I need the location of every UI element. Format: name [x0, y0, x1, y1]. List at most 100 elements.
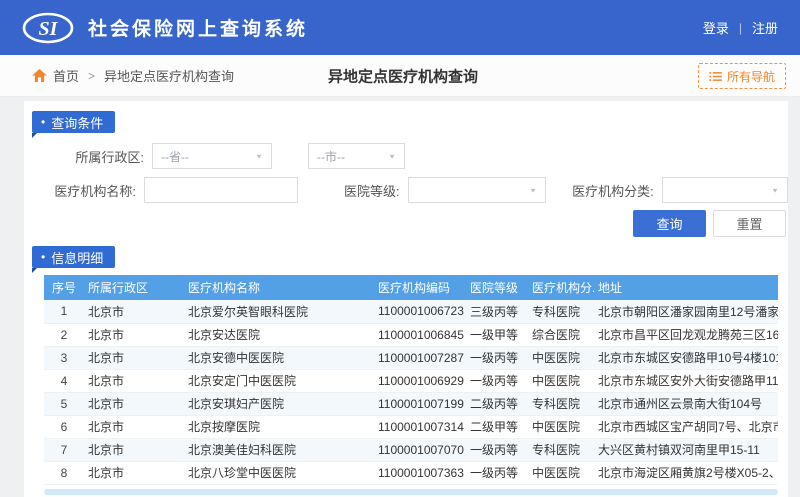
table-header-row: 序号所属行政区医疗机构名称医疗机构编码医院等级医疗机构分...地址	[44, 275, 778, 300]
content-area: • 查询条件 所属行政区: --省-- ▼ --市-- ▼ 医疗机构名称: 医院…	[0, 97, 800, 497]
table-cell: 中医医院	[528, 461, 594, 484]
table-cell: 中医医院	[528, 346, 594, 369]
table-cell: 5	[44, 392, 84, 415]
filters-form-row: 医疗机构名称: 医院等级: ▼ 医疗机构分类: ▼	[24, 177, 788, 203]
table-cell: 二级甲等	[466, 415, 528, 438]
table-cell: 北京市通州区云景南大街104号	[594, 392, 778, 415]
table-cell: 一级甲等	[466, 323, 528, 346]
breadcrumb-separator: >	[88, 69, 95, 83]
query-section-title: 查询条件	[51, 113, 103, 132]
table-cell: 北京市	[84, 300, 184, 323]
city-select[interactable]: --市-- ▼	[308, 143, 405, 169]
level-select[interactable]: ▼	[408, 177, 546, 203]
breadcrumb-current: 异地定点医疗机构查询	[104, 66, 234, 85]
column-header: 医疗机构名称	[184, 275, 374, 300]
table-cell: 北京市昌平区回龙观龙腾苑三区16号楼	[594, 323, 778, 346]
table-cell: 1100001006845	[374, 323, 466, 346]
region-label: 所属行政区:	[24, 147, 144, 166]
table-row[interactable]: 2北京市北京安达医院1100001006845一级甲等综合医院北京市昌平区回龙观…	[44, 323, 778, 346]
register-link[interactable]: 注册	[752, 18, 778, 37]
detail-section-tag: • 信息明细	[32, 246, 115, 268]
class-label: 医疗机构分类:	[572, 181, 654, 200]
detail-section-title: 信息明细	[51, 248, 103, 267]
auth-links: 登录 | 注册	[703, 18, 778, 37]
table-cell: 北京市	[84, 369, 184, 392]
table-row[interactable]: 4北京市北京安定门中医医院1100001006929一级丙等中医医院北京市东城区…	[44, 369, 778, 392]
table-row[interactable]: 5北京市北京安琪妇产医院1100001007199二级丙等专科医院北京市通州区云…	[44, 392, 778, 415]
table-cell: 北京安琪妇产医院	[184, 392, 374, 415]
column-header: 地址	[594, 275, 778, 300]
app-title: 社会保险网上查询系统	[88, 14, 308, 41]
table-cell: 北京市	[84, 346, 184, 369]
table-cell: 中医医院	[528, 369, 594, 392]
table-cell: 北京市东城区安德路甲10号4楼101-2	[594, 346, 778, 369]
table-cell: 三级丙等	[466, 300, 528, 323]
table-row[interactable]: 8北京市北京八珍堂中医医院1100001007363一级丙等中医医院北京市海淀区…	[44, 461, 778, 484]
results-table-wrap: 序号所属行政区医疗机构名称医疗机构编码医院等级医疗机构分...地址 1北京市北京…	[44, 275, 778, 485]
all-nav-button[interactable]: 所有导航	[698, 63, 786, 89]
table-cell: 北京市西城区宝产胡同7号、北京市西城...	[594, 415, 778, 438]
table-body: 1北京市北京爱尔英智眼科医院1100001006723三级丙等专科医院北京市朝阳…	[44, 300, 778, 484]
table-cell: 北京市海淀区厢黄旗2号楼X05-2、X05-...	[594, 461, 778, 484]
table-cell: 7	[44, 438, 84, 461]
org-name-label: 医疗机构名称:	[24, 181, 136, 200]
table-cell: 北京市	[84, 392, 184, 415]
reset-button[interactable]: 重置	[713, 210, 786, 237]
table-cell: 专科医院	[528, 392, 594, 415]
table-cell: 1	[44, 300, 84, 323]
table-cell: 1100001007363	[374, 461, 466, 484]
table-cell: 北京安达医院	[184, 323, 374, 346]
table-cell: 北京市	[84, 415, 184, 438]
table-cell: 大兴区黄村镇双河南里甲15-11	[594, 438, 778, 461]
column-header: 所属行政区	[84, 275, 184, 300]
table-row[interactable]: 3北京市北京安德中医医院1100001007287一级丙等中医医院北京市东城区安…	[44, 346, 778, 369]
table-cell: 二级丙等	[466, 392, 528, 415]
table-cell: 北京市	[84, 438, 184, 461]
horizontal-scrollbar[interactable]	[44, 489, 778, 495]
table-cell: 专科医院	[528, 438, 594, 461]
table-cell: 4	[44, 369, 84, 392]
table-row[interactable]: 6北京市北京按摩医院1100001007314二级甲等中医医院北京市西城区宝产胡…	[44, 415, 778, 438]
region-form-row: 所属行政区: --省-- ▼ --市-- ▼	[24, 143, 788, 169]
table-cell: 北京八珍堂中医医院	[184, 461, 374, 484]
column-header: 序号	[44, 275, 84, 300]
table-cell: 1100001007199	[374, 392, 466, 415]
chevron-down-icon: ▼	[255, 152, 263, 159]
class-select[interactable]: ▼	[662, 177, 788, 203]
breadcrumb-home[interactable]: 首页	[53, 66, 79, 85]
table-cell: 1100001006723	[374, 300, 466, 323]
bullet-icon: •	[41, 115, 45, 129]
table-cell: 一级丙等	[466, 369, 528, 392]
nav-list-icon	[709, 71, 722, 82]
content-card: • 查询条件 所属行政区: --省-- ▼ --市-- ▼ 医疗机构名称: 医院…	[24, 101, 788, 497]
province-select-value: --省--	[161, 148, 189, 165]
chevron-down-icon: ▼	[388, 152, 396, 159]
chevron-down-icon: ▼	[771, 186, 779, 193]
table-cell: 北京澳美佳妇科医院	[184, 438, 374, 461]
search-button[interactable]: 查询	[633, 210, 706, 237]
province-select[interactable]: --省-- ▼	[152, 143, 272, 169]
bullet-icon: •	[41, 250, 45, 264]
breadcrumb-bar: 首页 > 异地定点医疗机构查询 异地定点医疗机构查询 所有导航	[0, 55, 800, 97]
city-select-value: --市--	[317, 148, 345, 165]
column-header: 医院等级	[466, 275, 528, 300]
chevron-down-icon: ▼	[529, 186, 537, 193]
table-cell: 2	[44, 323, 84, 346]
org-name-input[interactable]	[144, 177, 298, 203]
svg-text:SI: SI	[39, 18, 59, 40]
table-cell: 1100001007287	[374, 346, 466, 369]
table-cell: 北京安定门中医医院	[184, 369, 374, 392]
table-row[interactable]: 7北京市北京澳美佳妇科医院1100001007070一级丙等专科医院大兴区黄村镇…	[44, 438, 778, 461]
table-cell: 北京市	[84, 323, 184, 346]
table-row[interactable]: 1北京市北京爱尔英智眼科医院1100001006723三级丙等专科医院北京市朝阳…	[44, 300, 778, 323]
login-link[interactable]: 登录	[703, 18, 729, 37]
app-header: SI 社会保险网上查询系统 登录 | 注册	[0, 0, 800, 55]
query-button-row: 查询 重置	[24, 210, 788, 237]
table-cell: 北京市	[84, 461, 184, 484]
table-cell: 3	[44, 346, 84, 369]
table-cell: 1100001007070	[374, 438, 466, 461]
table-cell: 8	[44, 461, 84, 484]
auth-divider: |	[739, 21, 742, 35]
table-cell: 专科医院	[528, 300, 594, 323]
table-cell: 中医医院	[528, 415, 594, 438]
